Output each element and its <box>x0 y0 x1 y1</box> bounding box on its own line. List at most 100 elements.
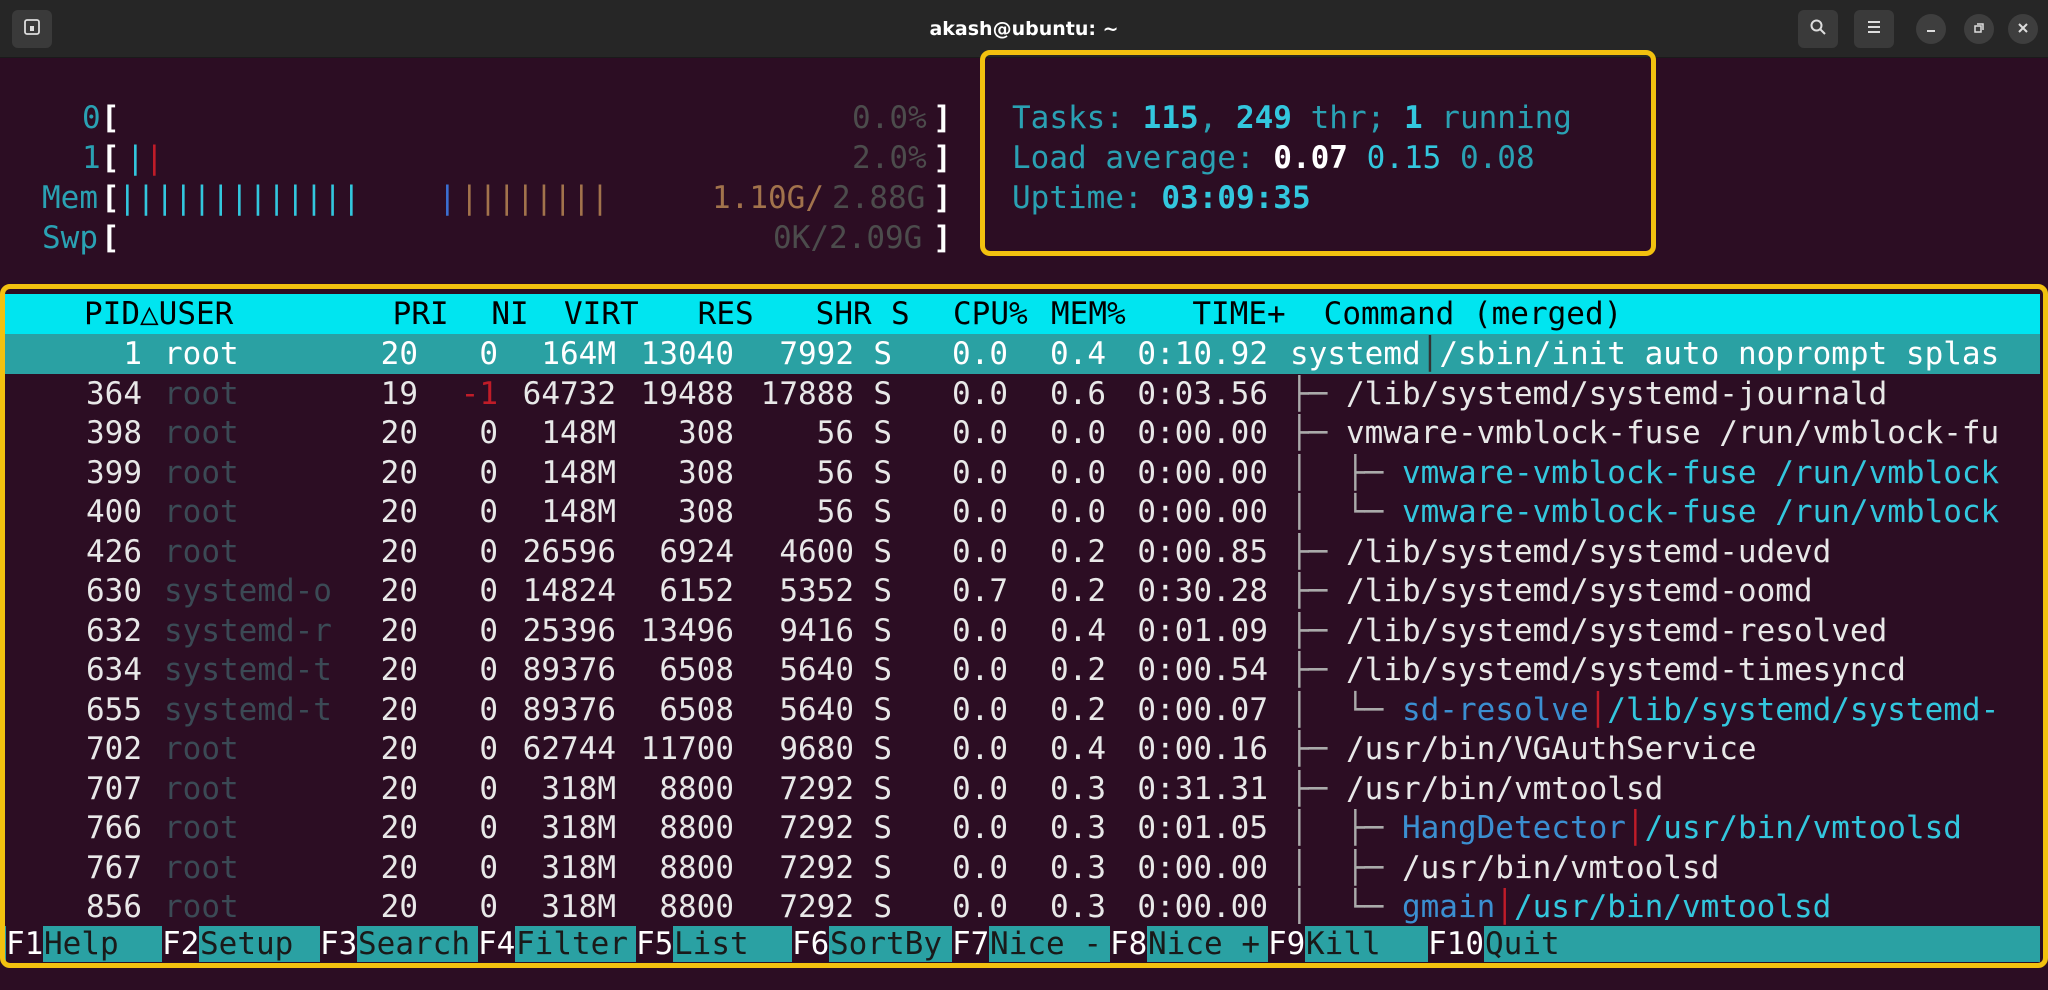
tree-branch-icon: │ └─ <box>1290 889 1402 925</box>
cell-mem: 0.2 <box>1050 652 1106 688</box>
cell-pid: 426 <box>86 533 142 570</box>
cell-time: 0:00.00 <box>1137 849 1268 886</box>
cpu1-bar-kernel: | <box>145 140 164 176</box>
cpu0-value: 0.0% <box>852 100 927 136</box>
cell-virt: 148M <box>541 494 616 530</box>
cell-cpu: 0.0 <box>952 533 1008 570</box>
cell-cpu: 0.0 <box>952 889 1008 925</box>
col-s: S <box>891 296 910 332</box>
process-row[interactable]: 632 systemd-r 20 0 25396 13496 9416 S 0.0 0.4 0:01… <box>0 611 2040 651</box>
column-header-text[interactable]: PID△USER PRI NI VIRT RES SHR S CPU% MEM% TIME+ Com… <box>84 294 1622 334</box>
cell-pri: 20 <box>380 336 418 372</box>
tree-branch-icon: ├─ <box>1290 652 1346 688</box>
col-command: Command (merged) <box>1323 296 1623 332</box>
cell-user: root <box>164 454 239 491</box>
cell-s: S <box>873 770 892 807</box>
process-row[interactable]: 364 root 19 -1 64732 19488 17888 S 0.0 0.6 0:03.56… <box>0 374 2040 414</box>
process-row[interactable]: 1 root 20 0 164M 13040 7992 S 0.0 0.4 0:10.92 syste… <box>0 334 2040 374</box>
command-separator: │ <box>1420 336 1440 372</box>
fkey-f9[interactable]: F9 <box>1268 924 1306 964</box>
cell-mem: 0.0 <box>1050 454 1106 491</box>
mem-bar-buffers: | <box>438 180 457 216</box>
process-row[interactable]: 702 root 20 0 62744 11700 9680 S 0.0 0.4 0:00.16 ├─… <box>0 729 2040 769</box>
col-virt: VIRT <box>564 296 639 332</box>
fkey-label-nice[interactable]: Nice - <box>990 924 1102 964</box>
fkey-f4[interactable]: F4 <box>478 924 516 964</box>
cell-cpu: 0.0 <box>952 770 1008 807</box>
cell-user: systemd-r <box>164 612 332 649</box>
minimize-button[interactable] <box>1916 14 1946 44</box>
search-button[interactable] <box>1798 10 1838 48</box>
cell-virt: 14824 <box>522 573 616 609</box>
cell-virt: 62744 <box>522 731 616 767</box>
process-row[interactable]: 767 root 20 0 318M 8800 7292 S 0.0 0.3 0:00.00 │ ├─… <box>0 848 2040 888</box>
close-button[interactable] <box>2008 14 2038 44</box>
cell-s: S <box>873 375 892 412</box>
fkey-label-list[interactable]: List <box>674 924 749 964</box>
cell-cpu: 0.0 <box>952 691 1008 728</box>
cell-command: │ ├─ vmware-vmblock-fuse /run/vmblock <box>1290 453 2040 493</box>
menu-button[interactable] <box>1854 10 1894 48</box>
cell-virt: 89376 <box>522 652 616 688</box>
cell-shr: 5352 <box>779 573 854 609</box>
cell-mem: 0.2 <box>1050 691 1106 728</box>
tree-branch-icon: ├─ <box>1290 533 1346 570</box>
cell-time: 0:00.00 <box>1137 454 1268 491</box>
fkey-label-filter[interactable]: Filter <box>516 924 628 964</box>
process-row[interactable]: 766 root 20 0 318M 8800 7292 S 0.0 0.3 0:01.05 │ ├─… <box>0 808 2040 848</box>
fkey-label-nice[interactable]: Nice + <box>1148 924 1260 964</box>
fkey-label-search[interactable]: Search <box>358 924 470 964</box>
command-name: /lib/systemd/systemd-timesyncd <box>1346 652 1906 688</box>
cell-res: 8800 <box>659 849 734 886</box>
fkey-label-quit[interactable]: Quit <box>1485 924 1560 964</box>
fkey-f6[interactable]: F6 <box>792 924 830 964</box>
command-name: vmware-vmblock-fuse /run/vmblock <box>1401 454 2000 491</box>
fkey-label-kill[interactable]: Kill <box>1306 924 1381 964</box>
fkey-f10[interactable]: F10 <box>1428 924 1484 964</box>
fkey-label-setup[interactable]: Setup <box>200 924 293 964</box>
tree-branch-icon: ├─ <box>1290 573 1346 609</box>
process-row[interactable]: 856 root 20 0 318M 8800 7292 S 0.0 0.3 0:00.00 │ └─… <box>0 887 2040 927</box>
cell-s: S <box>873 336 892 372</box>
cell-pid: 767 <box>86 849 142 886</box>
process-row[interactable]: 707 root 20 0 318M 8800 7292 S 0.0 0.3 0:31.31 ├─ /… <box>0 769 2040 809</box>
process-row[interactable]: 400 root 20 0 148M 308 56 S 0.0 0.0 0:00.00 │ └─ vm… <box>0 492 2040 532</box>
command-name: vmware-vmblock-fuse /run/vmblock-fu <box>1346 415 2000 451</box>
mem-label: Mem <box>42 180 98 216</box>
cell-user: systemd-o <box>164 573 332 609</box>
cell-time: 0:00.54 <box>1137 652 1268 688</box>
mem-bar-used: ||||||||||||| <box>118 180 361 216</box>
cell-s: S <box>873 691 892 728</box>
fkey-label-help[interactable]: Help <box>44 924 119 964</box>
tree-branch-icon: ├─ <box>1290 770 1346 807</box>
fkey-f8[interactable]: F8 <box>1110 924 1148 964</box>
command-name: systemd <box>1290 336 1421 372</box>
command-separator: │ <box>1588 691 1608 728</box>
fkey-f5[interactable]: F5 <box>636 924 674 964</box>
cell-virt: 164M <box>541 336 616 372</box>
fkey-f1[interactable]: F1 <box>6 924 44 964</box>
process-row[interactable]: 655 systemd-t 20 0 89376 6508 5640 S 0.0 0.2 0:00.… <box>0 690 2040 730</box>
cell-pri: 20 <box>380 415 418 451</box>
cell-command: ├─ /lib/systemd/systemd-timesyncd <box>1290 650 2040 690</box>
fkey-f2[interactable]: F2 <box>162 924 200 964</box>
process-row[interactable]: 634 systemd-t 20 0 89376 6508 5640 S 0.0 0.2 0:00.… <box>0 650 2040 690</box>
process-row[interactable]: 426 root 20 0 26596 6924 4600 S 0.0 0.2 0:00.85 ├─ … <box>0 532 2040 572</box>
fkey-label-sortby[interactable]: SortBy <box>830 924 942 964</box>
load-15min: 0.08 <box>1459 140 1535 176</box>
cell-shr: 9680 <box>779 731 854 767</box>
fkey-f3[interactable]: F3 <box>320 924 358 964</box>
process-row[interactable]: 398 root 20 0 148M 308 56 S 0.0 0.0 0:00.00 ├─ vmwa… <box>0 413 2040 453</box>
cell-command: ├─ /lib/systemd/systemd-journald <box>1290 374 2040 414</box>
cell-pid: 702 <box>86 731 142 767</box>
process-row[interactable]: 630 systemd-o 20 0 14824 6152 5352 S 0.7 0.2 0:30.… <box>0 571 2040 611</box>
cell-s: S <box>873 612 892 649</box>
cell-shr: 5640 <box>779 652 854 688</box>
cell-cpu: 0.0 <box>952 849 1008 886</box>
cell-time: 0:00.16 <box>1137 731 1268 767</box>
cell-command: ├─ /usr/bin/VGAuthService <box>1290 729 2040 769</box>
process-row[interactable]: 399 root 20 0 148M 308 56 S 0.0 0.0 0:00.00 │ ├─ vm… <box>0 453 2040 493</box>
fkey-f7[interactable]: F7 <box>952 924 990 964</box>
maximize-button[interactable] <box>1964 14 1994 44</box>
swap-value: 0K/2.09G <box>773 220 923 256</box>
